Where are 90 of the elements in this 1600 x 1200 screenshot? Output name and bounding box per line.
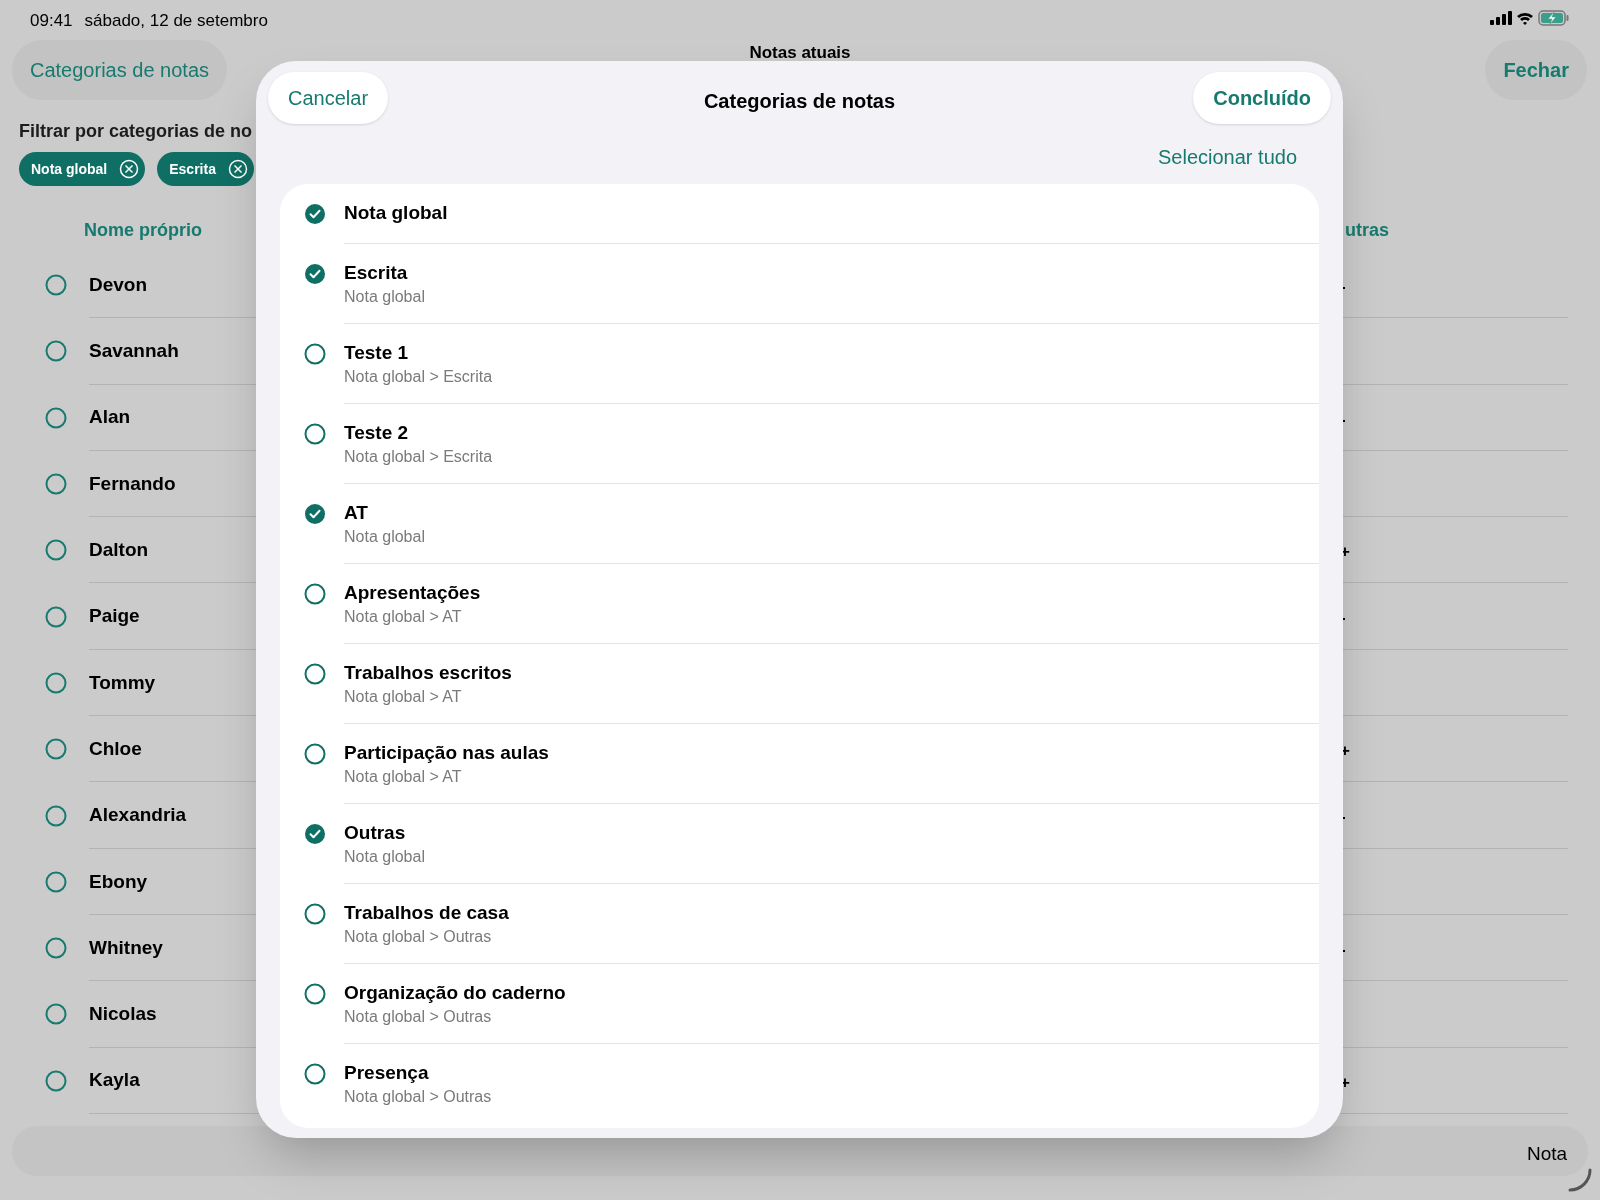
category-name: Escrita <box>344 262 409 284</box>
status-date: sábado, 12 de setembro <box>84 10 268 32</box>
category-name: Apresentações <box>344 582 481 604</box>
category-path: Nota global > Outras <box>344 1087 492 1107</box>
unchecked-icon[interactable] <box>304 343 326 365</box>
student-name: Whitney <box>89 935 163 960</box>
done-button[interactable]: Concluído <box>1193 72 1331 124</box>
category-row[interactable]: Nota global <box>304 184 1319 243</box>
unchecked-icon[interactable] <box>304 663 326 685</box>
checked-icon[interactable] <box>304 503 326 525</box>
status-time: 09:41 <box>30 10 73 32</box>
student-name: Paige <box>89 604 140 629</box>
signal-icon <box>1490 11 1512 25</box>
radio-icon[interactable] <box>45 738 67 761</box>
category-name: AT <box>344 502 369 524</box>
filter-chip[interactable]: Escrita <box>157 152 254 186</box>
category-row[interactable]: Presença Nota global > Outras <box>344 1043 1319 1123</box>
category-name: Teste 1 <box>344 342 410 364</box>
checked-icon[interactable] <box>304 203 326 225</box>
radio-icon[interactable] <box>45 937 67 960</box>
unchecked-icon[interactable] <box>304 743 326 765</box>
student-name: Tommy <box>89 670 156 695</box>
resize-handle-icon[interactable] <box>1568 1168 1592 1192</box>
category-path: Nota global > Escrita <box>344 367 493 387</box>
category-name: Trabalhos escritos <box>344 662 512 684</box>
category-path: Nota global > Escrita <box>344 447 493 467</box>
student-name: Alexandria <box>89 803 187 828</box>
unchecked-icon[interactable] <box>304 583 326 605</box>
student-name: Fernando <box>89 471 176 496</box>
radio-icon[interactable] <box>45 870 67 893</box>
category-path: Nota global > AT <box>344 687 463 707</box>
unchecked-icon[interactable] <box>304 983 326 1005</box>
student-name: Savannah <box>89 339 179 364</box>
radio-icon[interactable] <box>45 1003 67 1026</box>
category-row[interactable]: Trabalhos escritos Nota global > AT <box>344 643 1319 723</box>
remove-icon[interactable] <box>119 159 140 179</box>
unchecked-icon[interactable] <box>304 1063 326 1085</box>
radio-icon[interactable] <box>45 605 67 628</box>
screen-title: Notas atuais <box>749 44 851 61</box>
category-row[interactable]: Trabalhos de casa Nota global > Outras <box>344 883 1319 963</box>
bottom-label: Nota <box>1527 1142 1568 1166</box>
unchecked-icon[interactable] <box>304 903 326 925</box>
wifi-icon <box>1516 11 1534 25</box>
category-name: Teste 2 <box>344 422 410 444</box>
student-name: Ebony <box>89 869 148 894</box>
checked-icon[interactable] <box>304 823 326 845</box>
category-row[interactable]: Outras Nota global <box>344 803 1319 883</box>
radio-icon[interactable] <box>45 406 67 429</box>
radio-icon[interactable] <box>45 1069 67 1092</box>
student-name: Dalton <box>89 538 149 563</box>
category-path: Nota global <box>344 287 425 307</box>
category-path: Nota global > Outras <box>344 927 493 947</box>
category-path: Nota global <box>344 847 425 867</box>
radio-icon[interactable] <box>45 473 67 496</box>
filter-chip[interactable]: Nota global <box>19 152 146 186</box>
category-row[interactable]: Participação nas aulas Nota global > AT <box>344 723 1319 803</box>
category-name: Outras <box>344 822 407 844</box>
unchecked-icon[interactable] <box>304 423 326 445</box>
category-path: Nota global > Outras <box>344 1007 493 1027</box>
category-row[interactable]: Organização do caderno Nota global > Outras <box>344 963 1319 1043</box>
category-path: Nota global > AT <box>344 767 463 787</box>
category-row[interactable]: Escrita Nota global <box>344 243 1319 323</box>
student-name: Chloe <box>89 736 142 761</box>
student-name: Alan <box>89 405 131 430</box>
category-row[interactable]: Teste 2 Nota global > Escrita <box>344 403 1319 483</box>
category-path: Nota global > AT <box>344 607 463 627</box>
checked-icon[interactable] <box>304 263 326 285</box>
cancel-button[interactable]: Cancelar <box>268 72 389 124</box>
radio-icon[interactable] <box>45 274 67 297</box>
student-name: Devon <box>89 272 148 297</box>
radio-icon[interactable] <box>45 539 67 562</box>
category-path: Nota global <box>344 527 425 547</box>
category-name: Trabalhos de casa <box>344 902 509 924</box>
battery-charging-icon <box>1538 10 1570 26</box>
radio-icon[interactable] <box>45 340 67 363</box>
category-row[interactable]: Apresentações Nota global > AT <box>344 563 1319 643</box>
radio-icon[interactable] <box>45 671 67 694</box>
category-name: Organização do caderno <box>344 982 566 1004</box>
category-name: Participação nas aulas <box>344 742 549 764</box>
student-name: Nicolas <box>89 1002 157 1027</box>
student-name: Kayla <box>89 1068 140 1093</box>
filter-label: Filtrar por categorias de no <box>19 120 253 143</box>
category-row[interactable]: Teste 1 Nota global > Escrita <box>344 323 1319 403</box>
radio-icon[interactable] <box>45 804 67 827</box>
select-all-link[interactable]: Selecionar tudo <box>1158 142 1297 172</box>
category-row[interactable]: AT Nota global <box>344 483 1319 563</box>
category-name: Nota global <box>344 202 448 224</box>
sheet-title: Categorias de notas <box>703 89 896 114</box>
category-name: Presença <box>344 1062 430 1084</box>
remove-icon[interactable] <box>227 159 248 179</box>
